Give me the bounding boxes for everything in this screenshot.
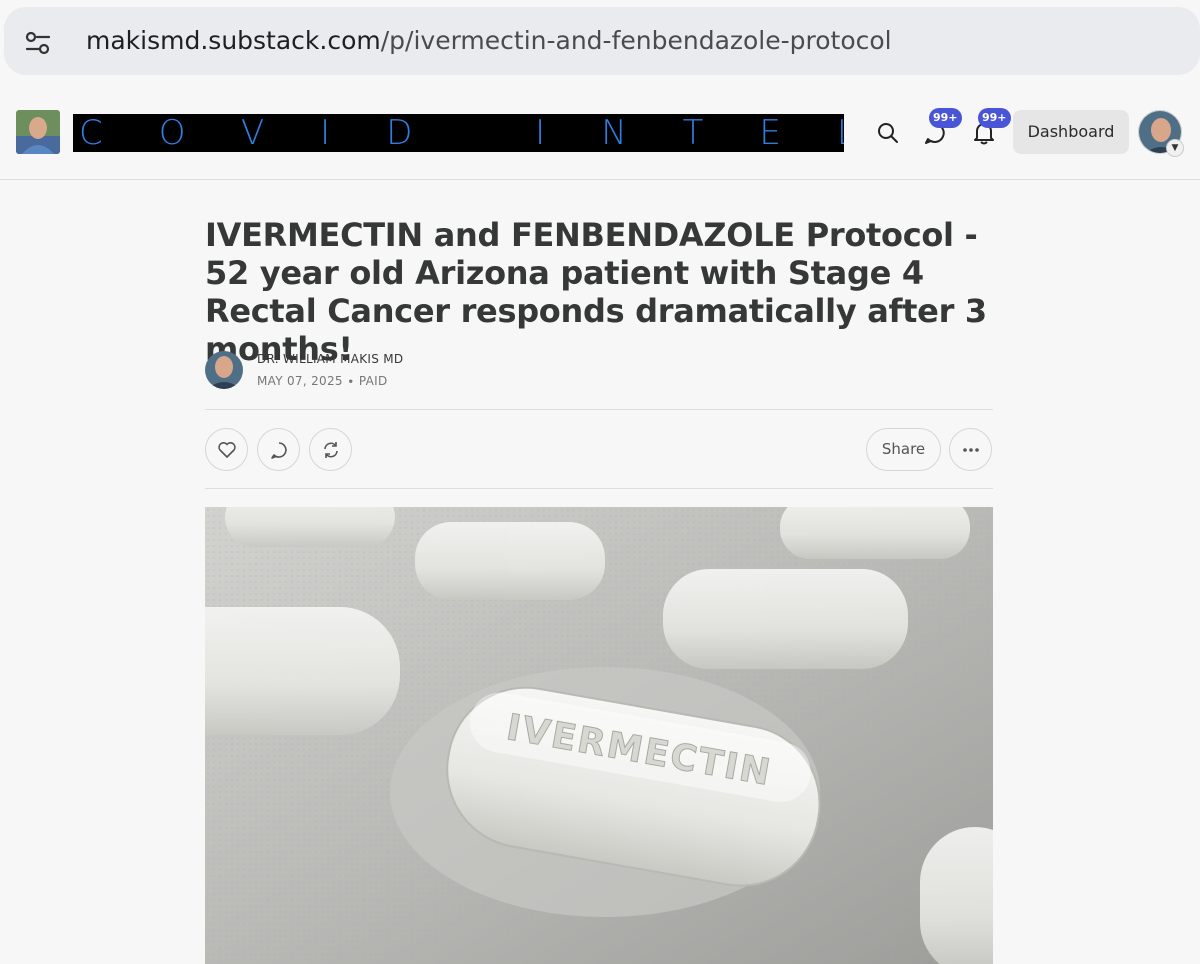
url-text[interactable]: makismd.substack.com/p/ivermectin-and-fe… — [86, 7, 892, 75]
publication-logo[interactable] — [16, 110, 60, 154]
site-header: COVID INTEL 99+ 99+ Dashboard ▼ — [0, 82, 1200, 180]
chevron-down-icon[interactable]: ▼ — [1166, 139, 1184, 157]
comment-button[interactable] — [257, 428, 300, 471]
notifications-badge: 99+ — [978, 108, 1011, 128]
meta-separator: ∙ — [346, 374, 355, 388]
search-icon[interactable] — [875, 120, 901, 146]
dashboard-button[interactable]: Dashboard — [1013, 110, 1129, 154]
author-name[interactable]: DR. WILLIAM MAKIS MD — [257, 352, 403, 366]
tune-icon[interactable] — [24, 31, 52, 55]
restack-button[interactable] — [309, 428, 352, 471]
address-bar[interactable]: makismd.substack.com/p/ivermectin-and-fe… — [4, 7, 1200, 75]
divider — [205, 409, 993, 410]
publication-banner[interactable]: COVID INTEL — [73, 114, 844, 152]
heart-icon — [217, 441, 236, 458]
like-button[interactable] — [205, 428, 248, 471]
post-date: MAY 07, 2025 — [257, 374, 343, 388]
access-label: PAID — [358, 374, 388, 388]
browser-chrome: makismd.substack.com/p/ivermectin-and-fe… — [0, 0, 1200, 82]
url-path: /p/ivermectin-and-fenbendazole-protocol — [380, 26, 892, 55]
author-avatar[interactable] — [205, 351, 243, 389]
post-meta: MAY 07, 2025 ∙ PAID — [257, 374, 388, 388]
more-options-button[interactable] — [949, 428, 992, 471]
banner-text: COVID INTEL — [79, 114, 844, 152]
url-host: makismd.substack.com — [86, 26, 381, 55]
share-button[interactable]: Share — [866, 428, 941, 471]
restack-icon — [323, 441, 338, 458]
hero-image[interactable]: IVERMECTIN — [205, 507, 993, 964]
divider — [205, 488, 993, 489]
post-title: IVERMECTIN and FENBENDAZOLE Protocol - 5… — [205, 216, 987, 368]
more-icon — [962, 447, 979, 452]
comment-icon — [270, 441, 287, 459]
chat-badge: 99+ — [929, 108, 962, 128]
